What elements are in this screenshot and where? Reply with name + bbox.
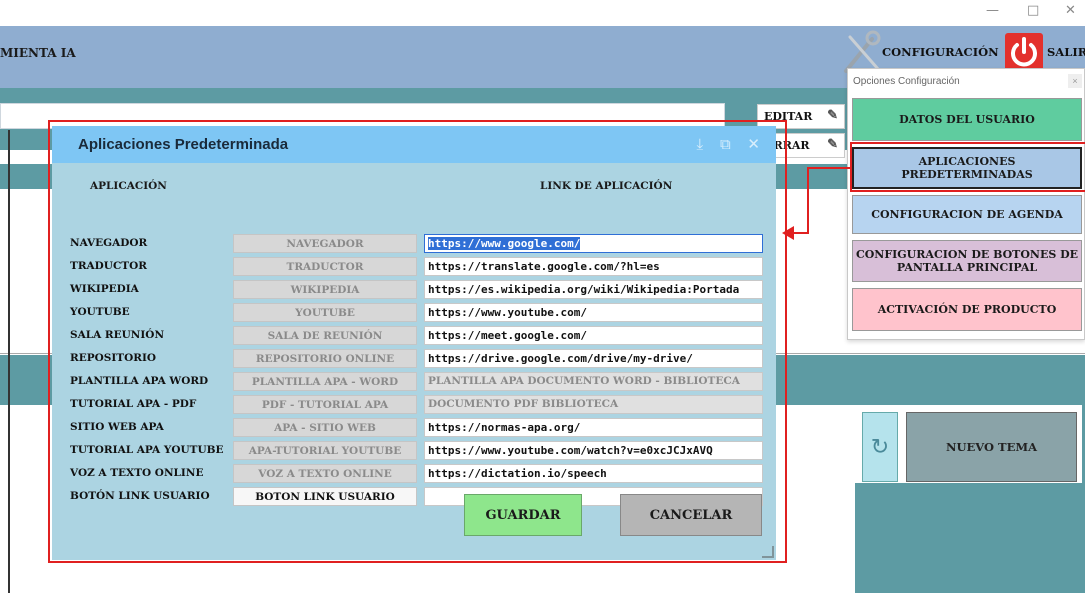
app-link-input[interactable]: https://www.google.com/ — [424, 234, 763, 253]
row-label: WIKIPEDIA — [70, 283, 139, 295]
row-label: TRADUCTOR — [70, 260, 147, 272]
app-name-field: NAVEGADOR — [233, 234, 417, 253]
pencil-icon: ✎ — [827, 108, 838, 123]
minimize-icon[interactable]: — — [986, 3, 999, 18]
config-item-default-apps[interactable]: APLICACIONES PREDETERMINADAS — [852, 147, 1082, 189]
edit-button-label: EDITAR — [764, 110, 813, 123]
config-button-label[interactable]: CONFIGURACIÓN — [882, 45, 999, 59]
resize-grip-icon[interactable] — [762, 546, 774, 558]
background-border — [8, 130, 10, 593]
app-link-input[interactable]: https://drive.google.com/drive/my-drive/ — [424, 349, 763, 368]
close-icon[interactable]: × — [1068, 74, 1082, 88]
config-options-panel: Opciones Configuración × DATOS DEL USUAR… — [847, 68, 1085, 340]
app-name-field: APA-TUTORIAL YOUTUBE — [233, 441, 417, 460]
row-label: VOZ A TEXTO ONLINE — [70, 467, 204, 479]
app-title: MIENTA IA — [0, 46, 76, 60]
refresh-icon: ↻ — [870, 434, 890, 459]
app-link-input[interactable]: https://es.wikipedia.org/wiki/Wikipedia:… — [424, 280, 763, 299]
row-label: REPOSITORIO — [70, 352, 157, 364]
app-link-input[interactable]: https://normas-apa.org/ — [424, 418, 763, 437]
app-link-input[interactable]: https://meet.google.com/ — [424, 326, 763, 345]
row-label: BOTÓN LINK USUARIO — [70, 490, 210, 502]
row-label: PLANTILLA APA WORD — [70, 375, 209, 387]
dialog-title: Aplicaciones Predeterminada — [78, 136, 289, 153]
config-item-activation[interactable]: ACTIVACIÓN DE PRODUCTO — [852, 288, 1082, 331]
save-button[interactable]: GUARDAR — [464, 494, 582, 536]
cancel-button[interactable]: CANCELAR — [620, 494, 762, 536]
refresh-button[interactable]: ↻ — [862, 412, 898, 482]
dialog-window-icons[interactable]: ⤓ ⧉ ✕ — [697, 135, 766, 153]
app-name-field[interactable]: BOTON LINK USUARIO — [233, 487, 417, 506]
pencil-icon: ✎ — [827, 137, 838, 152]
config-item-agenda[interactable]: CONFIGURACION DE AGENDA — [852, 195, 1082, 234]
selected-link-text: https://www.google.com/ — [428, 237, 581, 250]
app-link-input: DOCUMENTO PDF BIBLIOTECA — [424, 395, 763, 414]
new-topic-button[interactable]: NUEVO TEMA — [906, 412, 1077, 482]
row-label: YOUTUBE — [70, 306, 130, 318]
config-item-main-buttons[interactable]: CONFIGURACION DE BOTONES DE PANTALLA PRI… — [852, 240, 1082, 282]
app-link-input[interactable]: https://translate.google.com/?hl=es — [424, 257, 763, 276]
app-name-field: PLANTILLA APA - WORD — [233, 372, 417, 391]
row-label: SALA REUNIÓN — [70, 329, 165, 341]
app-link-input[interactable]: https://www.youtube.com/watch?v=e0xcJCJx… — [424, 441, 763, 460]
app-name-field: SALA DE REUNIÓN — [233, 326, 417, 345]
app-link-input: PLANTILLA APA DOCUMENTO WORD - BIBLIOTEC… — [424, 372, 763, 391]
app-name-field: APA - SITIO WEB — [233, 418, 417, 437]
row-label: TUTORIAL APA YOUTUBE — [70, 444, 224, 456]
app-name-field: WIKIPEDIA — [233, 280, 417, 299]
arrow-head-icon — [782, 226, 794, 240]
close-icon[interactable]: ✕ — [1065, 3, 1076, 18]
app-name-field: YOUTUBE — [233, 303, 417, 322]
app-name-field: VOZ A TEXTO ONLINE — [233, 464, 417, 483]
app-name-field: PDF - TUTORIAL APA — [233, 395, 417, 414]
window-titlebar: — □ ✕ — [0, 0, 1085, 26]
salir-button-label[interactable]: SALIR — [1047, 45, 1085, 59]
config-panel-title: Opciones Configuración — [853, 76, 960, 87]
row-label: TUTORIAL APA - PDF — [70, 398, 197, 410]
app-link-input[interactable]: https://www.youtube.com/ — [424, 303, 763, 322]
column-header-app: APLICACIÓN — [90, 180, 167, 192]
config-item-user-data[interactable]: DATOS DEL USUARIO — [852, 98, 1082, 141]
app-window: — □ ✕ MIENTA IA CONFIGURACIÓN SALIR EDIT… — [0, 0, 1085, 593]
app-link-input[interactable]: https://dictation.io/speech — [424, 464, 763, 483]
default-apps-dialog: Aplicaciones Predeterminada ⤓ ⧉ ✕ APLICA… — [52, 126, 776, 560]
app-name-field: TRADUCTOR — [233, 257, 417, 276]
column-header-link: LINK DE APLICACIÓN — [540, 180, 673, 192]
row-label: SITIO WEB APA — [70, 421, 164, 433]
app-name-field: REPOSITORIO ONLINE — [233, 349, 417, 368]
row-label: NAVEGADOR — [70, 237, 148, 249]
dialog-header: Aplicaciones Predeterminada ⤓ ⧉ ✕ — [52, 126, 776, 163]
power-button[interactable] — [1005, 33, 1043, 71]
power-icon — [1011, 37, 1037, 67]
maximize-icon[interactable]: □ — [1027, 3, 1039, 18]
